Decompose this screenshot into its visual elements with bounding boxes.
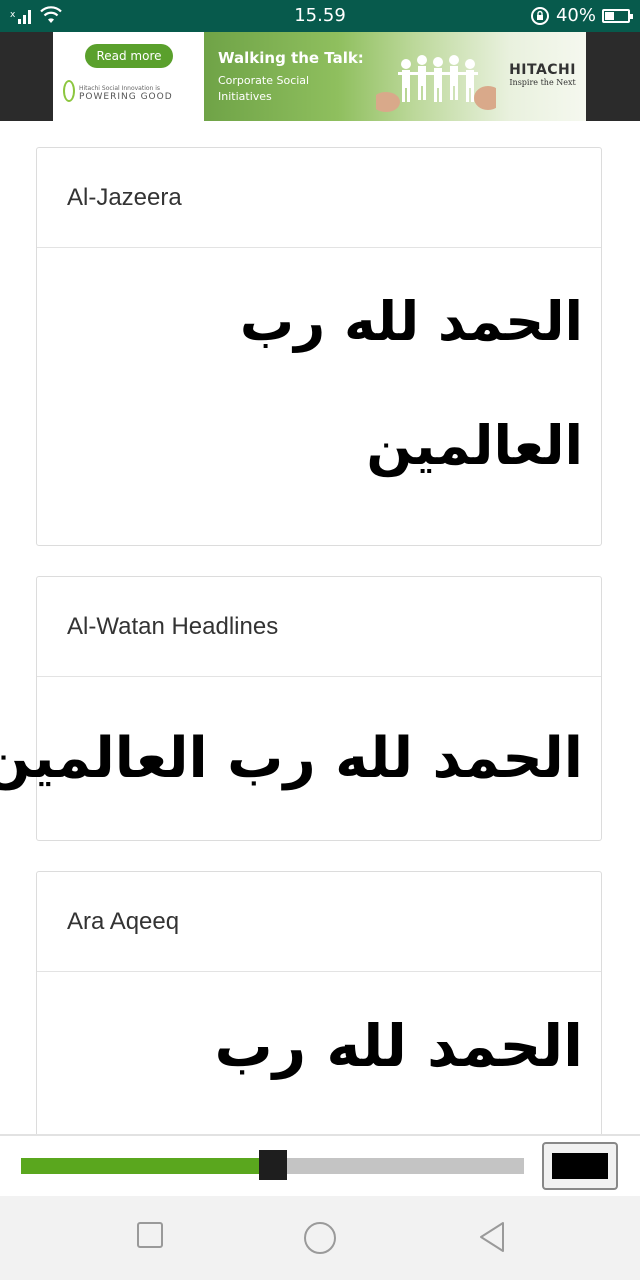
font-name: Al-Watan Headlines [37,577,601,677]
battery-icon [602,9,633,23]
font-name: Al-Jazeera [37,148,601,248]
font-sample: الحمد لله رب العالمين [37,248,601,508]
ad-strip: Read more Hitachi Social Innovation is P… [0,32,640,121]
font-size-slider-fill [21,1158,273,1174]
ad-brand-tag: Inspire the Next [509,78,576,87]
font-sample: الحمد لله رب العالمين [0,677,601,799]
ad-brand: HITACHI Inspire the Next [509,63,576,88]
font-name: Ara Aqeeq [37,872,601,972]
ad-left-panel: Read more Hitachi Social Innovation is P… [53,32,204,121]
home-circle-icon[interactable] [304,1222,336,1254]
ad-tagline-large: POWERING GOOD [79,92,173,102]
ad-brand-name: HITACHI [509,62,576,78]
font-preview-list[interactable]: Al-Jazeera الحمد لله رب العالمين Al-Wata… [0,121,640,1134]
ad-right-panel: Walking the Talk: Corporate Social Initi… [204,32,586,121]
back-square-icon[interactable] [137,1222,163,1248]
ad-banner[interactable]: Read more Hitachi Social Innovation is P… [53,32,586,121]
status-right: 40% [530,5,633,27]
ad-headline: Walking the Talk: [218,49,364,67]
font-card[interactable]: Al-Watan Headlines الحمد لله رب العالمين [0,576,602,841]
rotation-lock-icon [530,7,549,25]
preview-controls [0,1134,640,1196]
ad-read-more-button[interactable]: Read more [85,44,173,68]
battery-percent: 40% [555,5,596,26]
font-card[interactable]: Al-Jazeera الحمد لله رب العالمين [36,147,602,546]
paper-people-illustration-icon [376,55,496,112]
font-sample-line: الحمد لله رب [214,1012,583,1080]
ad-subhead: Corporate Social Initiatives [218,74,310,103]
font-size-slider-thumb[interactable] [259,1150,287,1180]
font-sample: الحمد لله رب [37,972,601,1086]
battery-level-fill [605,12,614,20]
system-nav-bar [0,1196,640,1280]
ad-logo-mark-icon [63,80,75,102]
status-bar: x 15.59 40% [0,0,640,32]
font-card[interactable]: Ara Aqeeq الحمد لله رب [36,871,602,1134]
font-sample-line: العالمين [366,414,583,477]
font-sample-line: الحمد لله رب [239,290,583,353]
text-color-swatch [552,1153,608,1179]
font-sample-line: الحمد لله رب العالمين [0,726,583,791]
text-color-button[interactable] [542,1142,618,1190]
recent-triangle-icon[interactable] [478,1221,506,1253]
